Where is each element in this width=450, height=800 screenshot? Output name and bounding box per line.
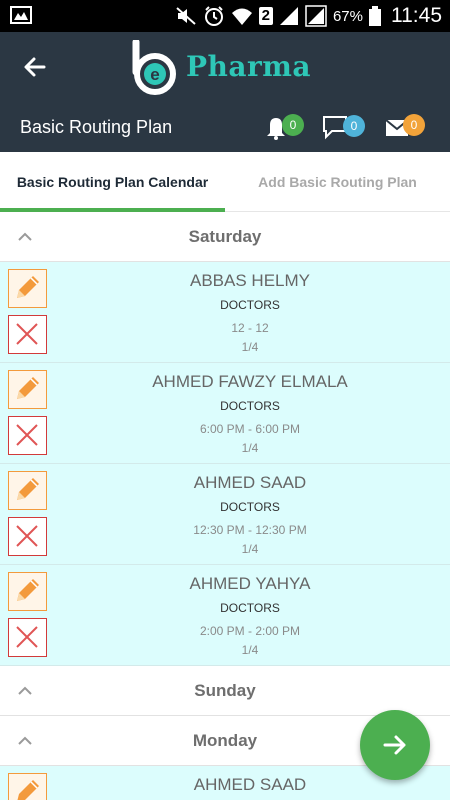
gallery-notification-icon bbox=[10, 6, 32, 24]
close-icon bbox=[16, 525, 38, 547]
status-bar: 2 67% 11:45 bbox=[0, 0, 450, 32]
mute-icon bbox=[175, 7, 196, 25]
routing-entry: AHMED SAAD DOCTORS 12:30 PM - 12:30 PM 1… bbox=[0, 464, 450, 565]
edit-button[interactable] bbox=[8, 572, 47, 611]
close-icon bbox=[16, 626, 38, 648]
entry-type: DOCTORS bbox=[220, 601, 280, 615]
edit-button[interactable] bbox=[8, 773, 47, 800]
entry-count: 1/4 bbox=[241, 340, 259, 354]
day-header-saturday[interactable]: Saturday bbox=[0, 212, 450, 262]
app-logo: e Pharma bbox=[128, 38, 328, 96]
entry-type: DOCTORS bbox=[220, 399, 280, 413]
close-icon bbox=[16, 424, 38, 446]
alarm-icon bbox=[204, 6, 223, 26]
app-bar: e Pharma bbox=[0, 32, 450, 102]
notifications-badge: 0 bbox=[282, 114, 304, 136]
battery-icon bbox=[369, 6, 381, 26]
logo-mark-icon: e bbox=[132, 38, 176, 95]
battery-percentage: 67% bbox=[332, 7, 363, 25]
close-icon bbox=[16, 323, 38, 345]
edit-button[interactable] bbox=[8, 370, 47, 409]
entry-name: AHMED SAAD bbox=[193, 473, 307, 492]
routing-entry: AHMED YAHYA DOCTORS 2:00 PM - 2:00 PM 1/… bbox=[0, 565, 450, 666]
edit-button[interactable] bbox=[8, 471, 47, 510]
tab-add-basic-routing-plan[interactable]: Add Basic Routing Plan bbox=[225, 152, 450, 212]
signal-icon bbox=[279, 7, 298, 25]
arrow-right-icon bbox=[383, 735, 406, 755]
next-fab-button[interactable] bbox=[360, 710, 430, 780]
tab-bar: Basic Routing Plan Calendar Add Basic Ro… bbox=[0, 152, 450, 212]
messages-badge: 0 bbox=[343, 115, 365, 137]
pencil-icon bbox=[17, 478, 39, 500]
tab-basic-routing-plan-calendar[interactable]: Basic Routing Plan Calendar bbox=[0, 152, 225, 212]
entry-count: 1/4 bbox=[241, 441, 259, 455]
entry-time: 2:00 PM - 2:00 PM bbox=[199, 624, 301, 638]
entry-name: ABBAS HELMY bbox=[190, 271, 310, 290]
entry-time: 6:00 PM - 6:00 PM bbox=[199, 422, 301, 436]
pencil-icon bbox=[17, 276, 39, 298]
entry-name: AHMED YAHYA bbox=[189, 574, 311, 593]
page-title: Basic Routing Plan bbox=[20, 117, 173, 137]
delete-button[interactable] bbox=[8, 618, 47, 657]
entry-time: 12 - 12 bbox=[231, 321, 269, 335]
logo-text: Pharma bbox=[186, 50, 312, 83]
signal-icon-2 bbox=[305, 5, 327, 27]
delete-button[interactable] bbox=[8, 416, 47, 455]
edit-button[interactable] bbox=[8, 269, 47, 308]
routing-entry: AHMED FAWZY ELMALA DOCTORS 6:00 PM - 6:0… bbox=[0, 363, 450, 464]
entry-type: DOCTORS bbox=[220, 298, 280, 312]
routing-entry: ABBAS HELMY DOCTORS 12 - 12 1/4 bbox=[0, 262, 450, 363]
mail-badge: 0 bbox=[403, 114, 425, 136]
day-header-sunday[interactable]: Sunday bbox=[0, 666, 450, 716]
day-label: Saturday bbox=[188, 227, 262, 246]
pencil-icon bbox=[17, 780, 39, 800]
sub-header: Basic Routing Plan 0 0 0 bbox=[0, 102, 450, 152]
clock: 11:45 bbox=[391, 4, 442, 27]
sim-indicator: 2 bbox=[258, 7, 273, 25]
delete-button[interactable] bbox=[8, 517, 47, 556]
entry-name: AHMED FAWZY ELMALA bbox=[152, 372, 348, 391]
pencil-icon bbox=[17, 377, 39, 399]
delete-button[interactable] bbox=[8, 315, 47, 354]
entry-count: 1/4 bbox=[241, 643, 259, 657]
entry-count: 1/4 bbox=[241, 542, 259, 556]
pencil-icon bbox=[17, 579, 39, 601]
back-button[interactable] bbox=[20, 52, 50, 82]
entry-type: DOCTORS bbox=[220, 500, 280, 514]
entry-time: 12:30 PM - 12:30 PM bbox=[193, 523, 307, 537]
wifi-icon bbox=[231, 8, 252, 25]
day-label: Sunday bbox=[194, 681, 256, 700]
svg-text:e: e bbox=[150, 65, 159, 84]
